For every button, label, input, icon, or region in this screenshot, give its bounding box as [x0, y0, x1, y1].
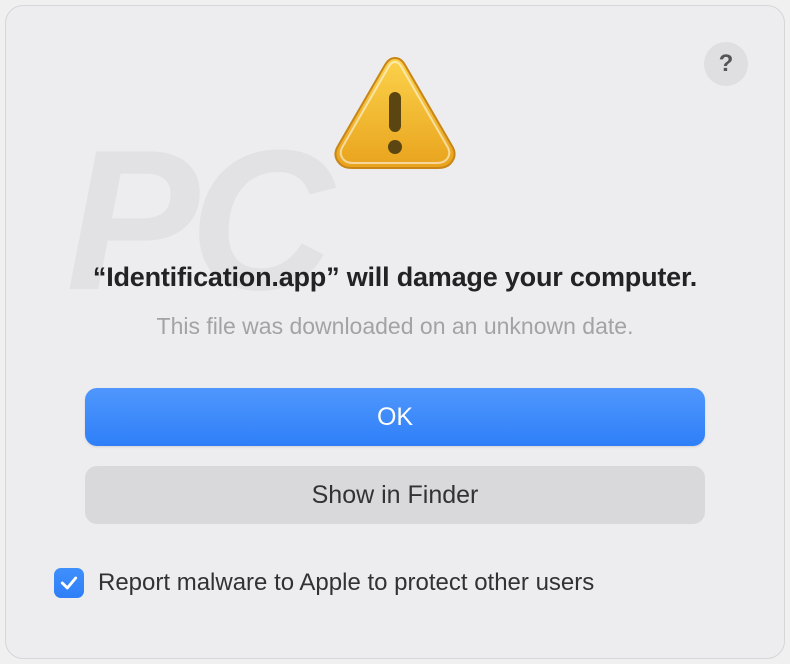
show-in-finder-button[interactable]: Show in Finder	[85, 466, 705, 524]
report-malware-label: Report malware to Apple to protect other…	[98, 569, 594, 597]
warning-icon	[330, 50, 460, 180]
dialog-title: “Identification.app” will damage your co…	[93, 262, 697, 293]
show-in-finder-label: Show in Finder	[312, 481, 479, 510]
ok-button[interactable]: OK	[85, 388, 705, 446]
help-button[interactable]: ?	[704, 42, 748, 86]
ok-button-label: OK	[377, 403, 413, 432]
checkmark-icon	[59, 573, 79, 593]
report-malware-row: Report malware to Apple to protect other…	[46, 568, 746, 598]
help-icon: ?	[719, 50, 734, 78]
gatekeeper-dialog: PC ? “Identification.app” will damage yo…	[5, 5, 785, 659]
dialog-subtitle: This file was downloaded on an unknown d…	[157, 313, 634, 340]
report-malware-checkbox[interactable]	[54, 568, 84, 598]
button-group: OK Show in Finder	[85, 388, 705, 524]
